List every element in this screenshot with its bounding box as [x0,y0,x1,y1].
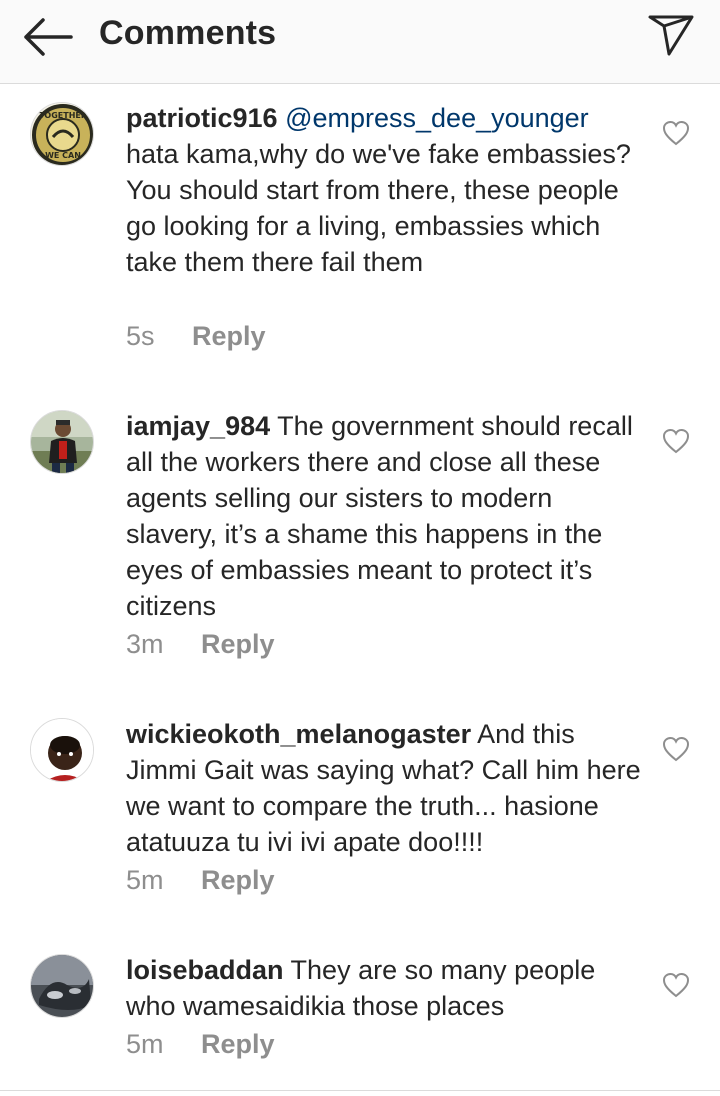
comment-meta: 5m Reply [126,1029,275,1060]
comment-mention[interactable]: @empress_dee_younger [285,103,589,133]
comment-username[interactable]: loisebaddan [126,955,284,985]
comment-text: The government should recall all the wor… [126,411,633,621]
top-bar: Comments [0,0,720,84]
reply-button[interactable]: Reply [201,865,275,896]
reply-button[interactable]: Reply [201,629,275,660]
heart-outline-icon[interactable] [662,120,690,146]
comment-meta: 5s Reply [126,321,266,352]
comment-username[interactable]: wickieokoth_melanogaster [126,719,471,749]
comment-meta: 3m Reply [126,629,275,660]
comment-username[interactable]: patriotic916 [126,103,278,133]
comment-timestamp: 5m [126,865,164,895]
paper-plane-icon[interactable] [648,14,694,56]
comment-timestamp: 3m [126,629,164,659]
heart-outline-icon[interactable] [662,736,690,762]
avatar[interactable] [30,410,94,474]
svg-text:TOGETHER: TOGETHER [39,111,87,120]
comment-body: patriotic916 @empress_dee_younger hata k… [126,100,646,280]
bottom-divider [0,1090,720,1091]
comment-meta: 5m Reply [126,865,275,896]
comment-timestamp: 5m [126,1029,164,1059]
reply-button[interactable]: Reply [201,1029,275,1060]
heart-outline-icon[interactable] [662,428,690,454]
back-arrow-icon[interactable] [22,17,74,57]
comment-text: hata kama,why do we've fake embassies? Y… [126,139,631,277]
avatar[interactable] [30,954,94,1018]
reply-button[interactable]: Reply [192,321,266,352]
comment-body: loisebaddan They are so many people who … [126,952,646,1024]
comment-body: iamjay_984 The government should recall … [126,408,646,624]
heart-outline-icon[interactable] [662,972,690,998]
comment-body: wickieokoth_melanogaster And this Jimmi … [126,716,646,860]
comment-timestamp: 5s [126,321,155,351]
svg-text:WE CAN: WE CAN [45,151,81,160]
comment-username[interactable]: iamjay_984 [126,411,270,441]
avatar[interactable]: TOGETHER WE CAN [30,102,94,166]
page-title: Comments [99,14,277,52]
avatar[interactable] [30,718,94,782]
